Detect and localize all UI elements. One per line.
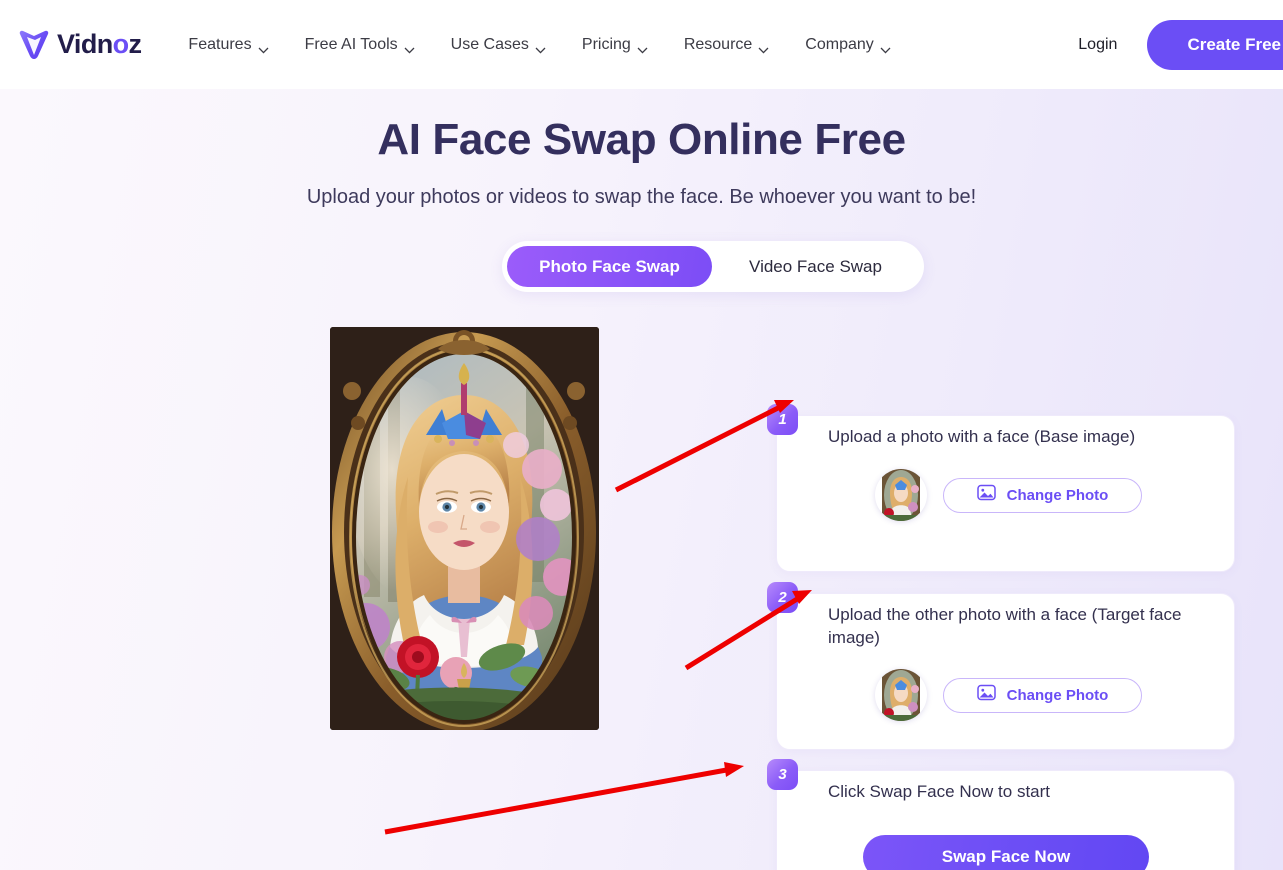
step-number-badge: 2 [767, 582, 798, 613]
nav-item-pricing[interactable]: Pricing [564, 28, 666, 62]
step-number-badge: 1 [767, 404, 798, 435]
nav-label: Features [188, 35, 252, 53]
nav-label: Pricing [581, 35, 631, 53]
image-icon [976, 684, 996, 706]
step-card-3: 3 Click Swap Face Now to start Swap Face… [767, 759, 1235, 870]
nav-item-resource[interactable]: Resource [666, 28, 787, 62]
chevron-down-icon [880, 41, 891, 54]
change-photo-button-2[interactable]: Change Photo [943, 677, 1142, 713]
vidnoz-logo[interactable]: Vidnoz [14, 25, 142, 65]
change-photo-label: Change Photo [1006, 686, 1109, 704]
swap-face-now-button[interactable]: Swap Face Now [863, 835, 1149, 870]
step-card-2: 2 Upload the other photo with a face (Ta… [767, 582, 1235, 750]
change-photo-button-1[interactable]: Change Photo [943, 477, 1142, 513]
create-free-button[interactable]: Create Free [1147, 19, 1283, 70]
tab-photo-face-swap[interactable]: Photo Face Swap [507, 246, 712, 287]
nav-label: Use Cases [450, 35, 529, 53]
nav-label: Company [805, 35, 874, 53]
step-title: Click Swap Face Now to start [828, 782, 1051, 801]
preview-image[interactable] [330, 327, 599, 730]
upload-row: Change Photo [875, 669, 1142, 721]
nav-item-use-cases[interactable]: Use Cases [433, 28, 564, 62]
step-title: Upload the other photo with a face (Targ… [828, 605, 1182, 647]
vidnoz-logo-text: Vidnoz [57, 29, 142, 59]
tab-video-face-swap[interactable]: Video Face Swap [712, 246, 919, 287]
page-subtitle: Upload your photos or videos to swap the… [306, 186, 977, 208]
main-navigation: Features Free AI Tools Use Cases Pricing… [170, 28, 908, 62]
step-title: Upload a photo with a face (Base image) [828, 427, 1136, 446]
site-header: Vidnoz Features Free AI Tools Use Cases … [0, 0, 1283, 89]
nav-item-features[interactable]: Features [170, 28, 286, 62]
header-actions: Login Create Free [1068, 0, 1283, 89]
image-icon [976, 484, 996, 506]
login-link[interactable]: Login [1068, 28, 1127, 62]
change-photo-label: Change Photo [1006, 486, 1109, 504]
hero-section: AI Face Swap Online Free Upload your pho… [0, 89, 1283, 870]
vidnoz-v-logo-icon [14, 25, 54, 65]
chevron-down-icon [535, 41, 546, 54]
step-card-1: 1 Upload a photo with a face (Base image… [767, 404, 1235, 572]
nav-item-free-ai-tools[interactable]: Free AI Tools [287, 28, 433, 62]
nav-label: Free AI Tools [304, 35, 398, 53]
chevron-down-icon [404, 41, 415, 54]
target-image-thumbnail[interactable] [875, 669, 927, 721]
chevron-down-icon [258, 41, 269, 54]
upload-row: Change Photo [875, 469, 1142, 521]
chevron-down-icon [758, 41, 769, 54]
nav-label: Resource [683, 35, 753, 53]
face-swap-mode-tabs: Photo Face Swap Video Face Swap [502, 241, 924, 292]
chevron-down-icon [637, 41, 648, 54]
step-number-badge: 3 [767, 759, 798, 790]
nav-item-company[interactable]: Company [787, 28, 908, 62]
page-title: AI Face Swap Online Free [377, 115, 906, 164]
base-image-thumbnail[interactable] [875, 469, 927, 521]
